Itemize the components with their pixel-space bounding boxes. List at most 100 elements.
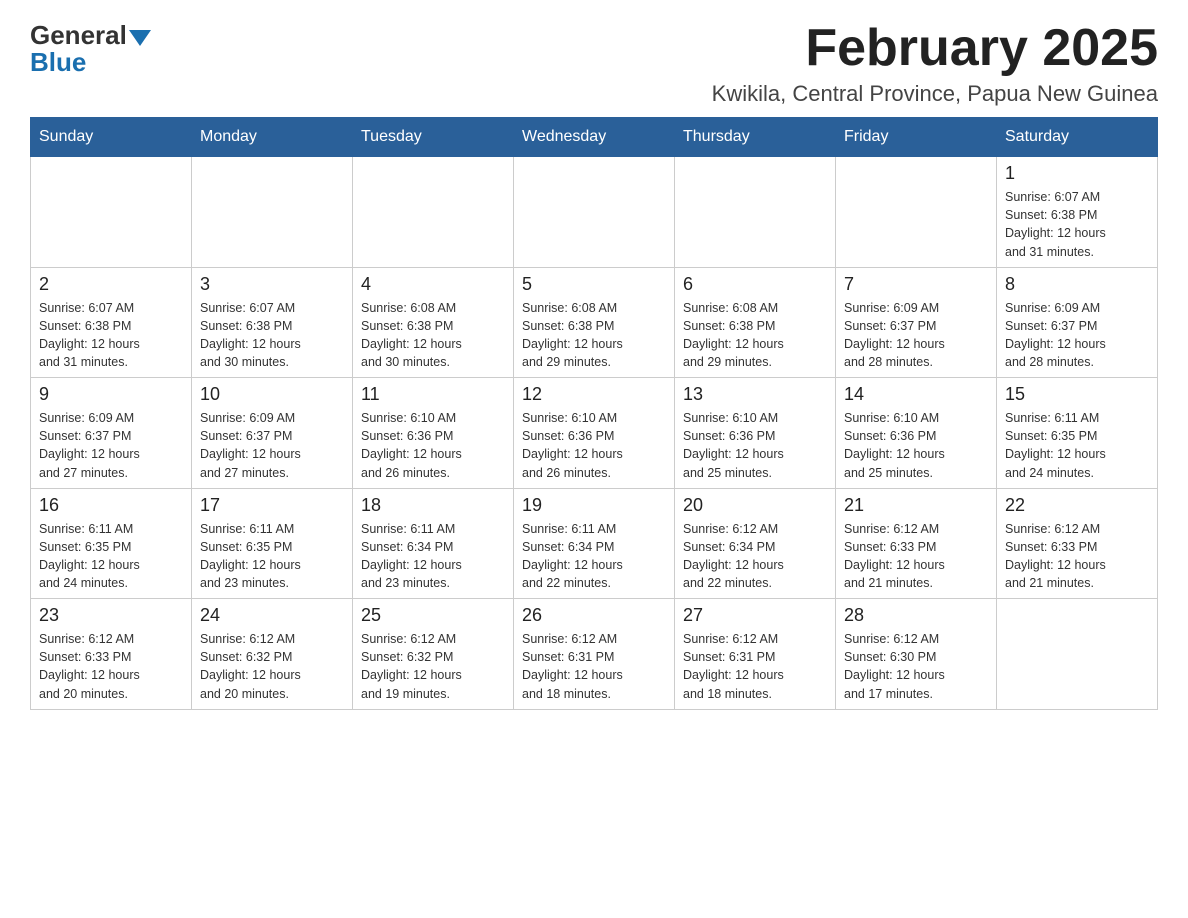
- calendar-cell: 25 Sunrise: 6:12 AM Sunset: 6:32 PM Dayli…: [353, 599, 514, 710]
- day-info: Sunrise: 6:07 AM Sunset: 6:38 PM Dayligh…: [39, 299, 183, 372]
- day-number: 12: [522, 384, 666, 405]
- calendar-cell: [353, 157, 514, 268]
- day-number: 24: [200, 605, 344, 626]
- day-number: 28: [844, 605, 988, 626]
- calendar-cell: 6 Sunrise: 6:08 AM Sunset: 6:38 PM Daylig…: [675, 267, 836, 378]
- day-info: Sunrise: 6:12 AM Sunset: 6:31 PM Dayligh…: [522, 630, 666, 703]
- day-number: 17: [200, 495, 344, 516]
- weekday-header-friday: Friday: [836, 118, 997, 157]
- calendar-cell: 3Sunrise: 6:07 AM Sunset: 6:38 PM Daylig…: [192, 267, 353, 378]
- logo-triangle-icon: [129, 30, 151, 46]
- title-section: February 2025 Kwikila, Central Province,…: [712, 20, 1158, 107]
- calendar-week-row: 23 Sunrise: 6:12 AM Sunset: 6:33 PM Dayli…: [31, 599, 1158, 710]
- day-number: 15: [1005, 384, 1149, 405]
- logo: General Blue: [30, 20, 151, 78]
- calendar-cell: [514, 157, 675, 268]
- weekday-header-row: SundayMondayTuesdayWednesdayThursdayFrid…: [31, 118, 1158, 157]
- calendar-cell: [192, 157, 353, 268]
- day-info: Sunrise: 6:07 AM Sunset: 6:38 PM Dayligh…: [1005, 188, 1149, 261]
- day-info: Sunrise: 6:12 AM Sunset: 6:30 PM Dayligh…: [844, 630, 988, 703]
- day-info: Sunrise: 6:11 AM Sunset: 6:35 PM Dayligh…: [200, 520, 344, 593]
- calendar-week-row: 16 Sunrise: 6:11 AM Sunset: 6:35 PM Dayli…: [31, 488, 1158, 599]
- calendar-cell: 22 Sunrise: 6:12 AM Sunset: 6:33 PM Dayli…: [997, 488, 1158, 599]
- day-info: Sunrise: 6:10 AM Sunset: 6:36 PM Dayligh…: [361, 409, 505, 482]
- day-number: 27: [683, 605, 827, 626]
- day-info: Sunrise: 6:12 AM Sunset: 6:33 PM Dayligh…: [1005, 520, 1149, 593]
- calendar-cell: [836, 157, 997, 268]
- weekday-header-sunday: Sunday: [31, 118, 192, 157]
- day-number: 10: [200, 384, 344, 405]
- calendar-cell: 8 Sunrise: 6:09 AM Sunset: 6:37 PM Daylig…: [997, 267, 1158, 378]
- weekday-header-thursday: Thursday: [675, 118, 836, 157]
- calendar-cell: 9Sunrise: 6:09 AM Sunset: 6:37 PM Daylig…: [31, 378, 192, 489]
- day-number: 1: [1005, 163, 1149, 184]
- calendar-cell: 12 Sunrise: 6:10 AM Sunset: 6:36 PM Dayli…: [514, 378, 675, 489]
- day-info: Sunrise: 6:12 AM Sunset: 6:33 PM Dayligh…: [844, 520, 988, 593]
- calendar-cell: 17 Sunrise: 6:11 AM Sunset: 6:35 PM Dayli…: [192, 488, 353, 599]
- day-info: Sunrise: 6:11 AM Sunset: 6:35 PM Dayligh…: [39, 520, 183, 593]
- day-info: Sunrise: 6:12 AM Sunset: 6:34 PM Dayligh…: [683, 520, 827, 593]
- day-info: Sunrise: 6:10 AM Sunset: 6:36 PM Dayligh…: [683, 409, 827, 482]
- day-number: 14: [844, 384, 988, 405]
- day-info: Sunrise: 6:08 AM Sunset: 6:38 PM Dayligh…: [683, 299, 827, 372]
- calendar-cell: 13 Sunrise: 6:10 AM Sunset: 6:36 PM Dayli…: [675, 378, 836, 489]
- day-info: Sunrise: 6:10 AM Sunset: 6:36 PM Dayligh…: [522, 409, 666, 482]
- calendar-cell: 21 Sunrise: 6:12 AM Sunset: 6:33 PM Dayli…: [836, 488, 997, 599]
- calendar-cell: 1 Sunrise: 6:07 AM Sunset: 6:38 PM Daylig…: [997, 157, 1158, 268]
- day-number: 7: [844, 274, 988, 295]
- weekday-header-tuesday: Tuesday: [353, 118, 514, 157]
- calendar-cell: 26 Sunrise: 6:12 AM Sunset: 6:31 PM Dayli…: [514, 599, 675, 710]
- day-info: Sunrise: 6:09 AM Sunset: 6:37 PM Dayligh…: [1005, 299, 1149, 372]
- day-number: 18: [361, 495, 505, 516]
- day-info: Sunrise: 6:07 AM Sunset: 6:38 PM Dayligh…: [200, 299, 344, 372]
- day-number: 6: [683, 274, 827, 295]
- calendar-table: SundayMondayTuesdayWednesdayThursdayFrid…: [30, 117, 1158, 710]
- weekday-header-wednesday: Wednesday: [514, 118, 675, 157]
- calendar-week-row: 9Sunrise: 6:09 AM Sunset: 6:37 PM Daylig…: [31, 378, 1158, 489]
- calendar-cell: 14 Sunrise: 6:10 AM Sunset: 6:36 PM Dayli…: [836, 378, 997, 489]
- day-number: 13: [683, 384, 827, 405]
- day-info: Sunrise: 6:09 AM Sunset: 6:37 PM Dayligh…: [844, 299, 988, 372]
- day-number: 26: [522, 605, 666, 626]
- calendar-cell: 20 Sunrise: 6:12 AM Sunset: 6:34 PM Dayli…: [675, 488, 836, 599]
- calendar-cell: 11 Sunrise: 6:10 AM Sunset: 6:36 PM Dayli…: [353, 378, 514, 489]
- day-number: 4: [361, 274, 505, 295]
- calendar-cell: 27 Sunrise: 6:12 AM Sunset: 6:31 PM Dayli…: [675, 599, 836, 710]
- day-info: Sunrise: 6:11 AM Sunset: 6:34 PM Dayligh…: [361, 520, 505, 593]
- calendar-cell: 16 Sunrise: 6:11 AM Sunset: 6:35 PM Dayli…: [31, 488, 192, 599]
- day-info: Sunrise: 6:11 AM Sunset: 6:34 PM Dayligh…: [522, 520, 666, 593]
- day-number: 11: [361, 384, 505, 405]
- day-info: Sunrise: 6:09 AM Sunset: 6:37 PM Dayligh…: [200, 409, 344, 482]
- month-title: February 2025: [712, 20, 1158, 77]
- day-number: 8: [1005, 274, 1149, 295]
- calendar-cell: 19 Sunrise: 6:11 AM Sunset: 6:34 PM Dayli…: [514, 488, 675, 599]
- weekday-header-saturday: Saturday: [997, 118, 1158, 157]
- day-info: Sunrise: 6:10 AM Sunset: 6:36 PM Dayligh…: [844, 409, 988, 482]
- calendar-cell: 15 Sunrise: 6:11 AM Sunset: 6:35 PM Dayli…: [997, 378, 1158, 489]
- day-info: Sunrise: 6:12 AM Sunset: 6:33 PM Dayligh…: [39, 630, 183, 703]
- day-number: 2: [39, 274, 183, 295]
- day-number: 25: [361, 605, 505, 626]
- day-number: 22: [1005, 495, 1149, 516]
- day-number: 16: [39, 495, 183, 516]
- calendar-cell: [31, 157, 192, 268]
- page-header: General Blue February 2025 Kwikila, Cent…: [30, 20, 1158, 107]
- day-number: 23: [39, 605, 183, 626]
- calendar-cell: 18 Sunrise: 6:11 AM Sunset: 6:34 PM Dayli…: [353, 488, 514, 599]
- day-info: Sunrise: 6:12 AM Sunset: 6:32 PM Dayligh…: [361, 630, 505, 703]
- calendar-cell: 24Sunrise: 6:12 AM Sunset: 6:32 PM Dayli…: [192, 599, 353, 710]
- calendar-cell: 10 Sunrise: 6:09 AM Sunset: 6:37 PM Dayli…: [192, 378, 353, 489]
- calendar-cell: 2 Sunrise: 6:07 AM Sunset: 6:38 PM Daylig…: [31, 267, 192, 378]
- logo-blue-text: Blue: [30, 47, 86, 78]
- day-number: 20: [683, 495, 827, 516]
- calendar-cell: [997, 599, 1158, 710]
- day-info: Sunrise: 6:08 AM Sunset: 6:38 PM Dayligh…: [361, 299, 505, 372]
- day-info: Sunrise: 6:11 AM Sunset: 6:35 PM Dayligh…: [1005, 409, 1149, 482]
- day-number: 19: [522, 495, 666, 516]
- calendar-week-row: 1 Sunrise: 6:07 AM Sunset: 6:38 PM Daylig…: [31, 157, 1158, 268]
- calendar-cell: 28 Sunrise: 6:12 AM Sunset: 6:30 PM Dayli…: [836, 599, 997, 710]
- location-subtitle: Kwikila, Central Province, Papua New Gui…: [712, 81, 1158, 107]
- calendar-cell: 4 Sunrise: 6:08 AM Sunset: 6:38 PM Daylig…: [353, 267, 514, 378]
- day-number: 21: [844, 495, 988, 516]
- day-info: Sunrise: 6:12 AM Sunset: 6:31 PM Dayligh…: [683, 630, 827, 703]
